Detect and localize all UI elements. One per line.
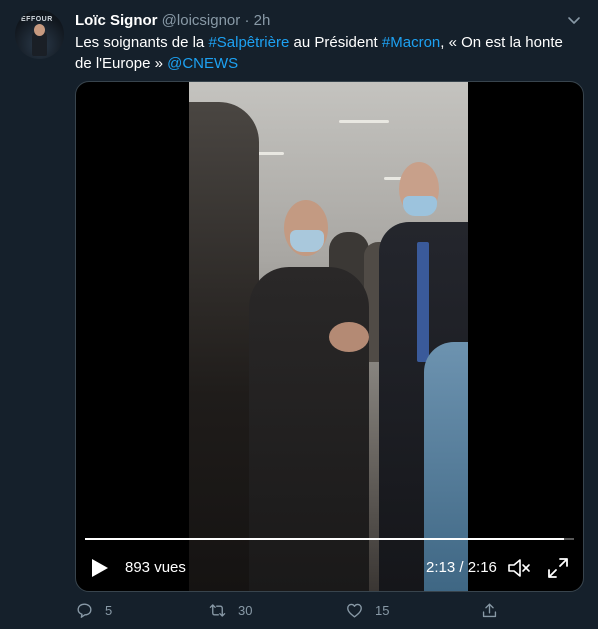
gesturing-hand xyxy=(329,322,369,352)
play-icon[interactable] xyxy=(91,558,109,578)
author-handle[interactable]: @loicsignor xyxy=(162,12,241,29)
person-center-body xyxy=(249,267,369,591)
ceiling-light xyxy=(339,120,389,123)
video-progress-bar[interactable] xyxy=(85,538,574,540)
tweet-text-part: au Président xyxy=(289,34,382,51)
person-right-tie xyxy=(417,242,429,362)
chevron-down-icon[interactable] xyxy=(566,12,582,28)
tweet-actions: 5 30 15 xyxy=(75,598,575,622)
volume-icon[interactable] xyxy=(507,557,531,579)
tweet-text: Les soignants de la #Salpêtrière au Prés… xyxy=(75,32,580,74)
tweet-time[interactable]: 2h xyxy=(254,12,271,29)
avatar[interactable]: EFFOUR xyxy=(15,10,64,59)
avatar-sign-text: EFFOUR xyxy=(21,16,53,23)
tweet: EFFOUR Loïc Signor @loicsignor · 2h Les … xyxy=(0,0,598,629)
like-count: 15 xyxy=(375,602,390,618)
header-separator: · xyxy=(244,12,250,29)
fullscreen-icon[interactable] xyxy=(547,557,569,579)
heart-icon xyxy=(347,603,362,618)
person-right-mask xyxy=(403,196,437,216)
share-icon xyxy=(482,602,497,617)
reply-count: 5 xyxy=(105,602,113,618)
avatar-head xyxy=(34,24,45,36)
hashtag-link[interactable]: #Salpêtrière xyxy=(208,34,289,51)
video-controls: 893 vues 2:13 / 2:16 xyxy=(76,552,583,584)
tweet-text-part: Les soignants de la xyxy=(75,34,209,51)
like-button[interactable]: 15 xyxy=(345,598,389,622)
author-name[interactable]: Loïc Signor xyxy=(75,12,158,29)
hashtag-link[interactable]: #Macron xyxy=(382,34,440,51)
reply-button[interactable]: 5 xyxy=(75,598,112,622)
video-frame xyxy=(189,82,468,591)
share-button[interactable] xyxy=(480,598,499,622)
retweet-icon xyxy=(209,603,226,617)
person-center-mask xyxy=(290,230,324,252)
view-count: 893 vues xyxy=(125,559,186,576)
mention-link[interactable]: @CNEWS xyxy=(167,55,238,72)
retweet-button[interactable]: 30 xyxy=(208,598,252,622)
video-player[interactable]: 893 vues 2:13 / 2:16 xyxy=(75,81,584,592)
reply-icon xyxy=(77,602,92,618)
video-timecode: 2:13 / 2:16 xyxy=(426,559,497,576)
video-progress-fill xyxy=(85,538,565,540)
retweet-count: 30 xyxy=(238,602,253,618)
tweet-header: Loïc Signor @loicsignor · 2h xyxy=(75,12,270,30)
